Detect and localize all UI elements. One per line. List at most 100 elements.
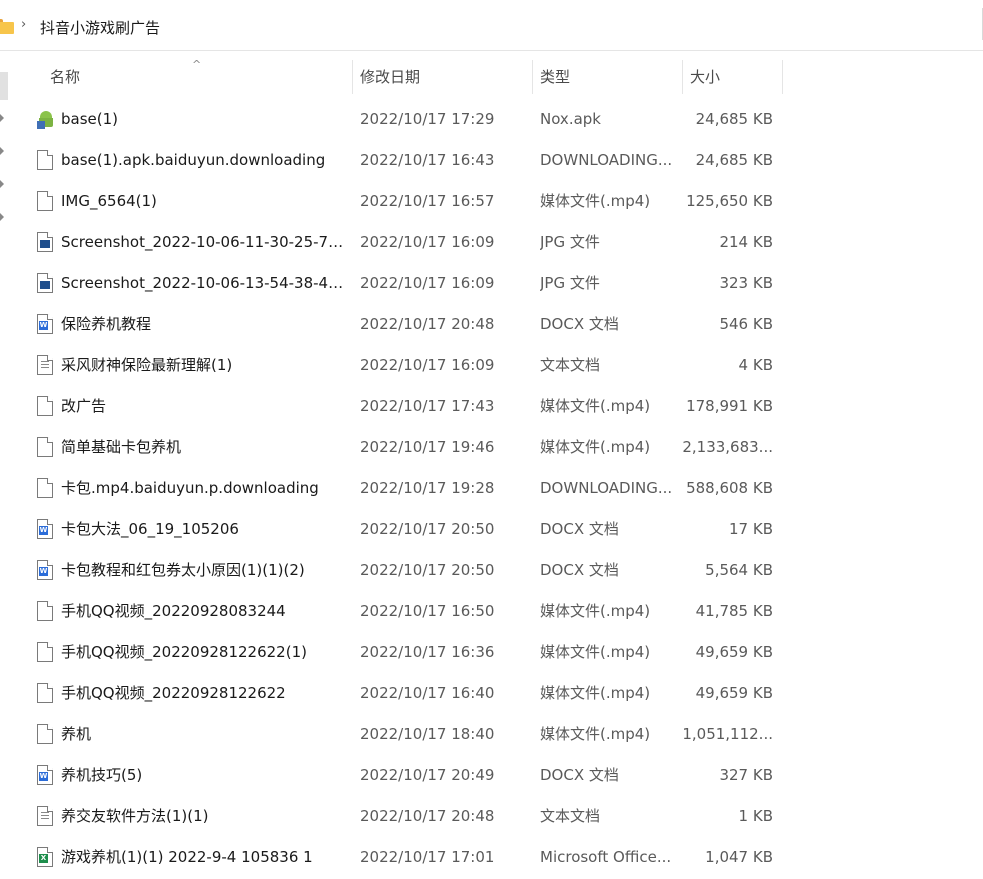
file-row[interactable]: IMG_6564(1) 2022/10/17 16:57 媒体文件(.mp4) 125… <box>0 181 983 222</box>
file-type: DOCX 文档 <box>540 561 619 579</box>
file-row[interactable]: W 卡包教程和红包券太小原因(1)(1)(2) 2022/10/17 20:50 DO… <box>0 550 983 591</box>
file-name: base(1).apk.baiduyun.downloading <box>61 151 326 169</box>
file-type: 媒体文件(.mp4) <box>540 192 651 210</box>
sort-ascending-icon: ^ <box>192 58 202 71</box>
file-name: 采风财神保险最新理解(1) <box>61 356 233 374</box>
file-size: 178,991 KB <box>686 397 773 415</box>
file-row[interactable]: 手机QQ视频_20220928083244 2022/10/17 16:50 媒体文… <box>0 591 983 632</box>
file-type: DOWNLOADING... <box>540 479 673 497</box>
file-row[interactable]: W 卡包大法_06_19_105206 2022/10/17 20:50 DOCX 文… <box>0 509 983 550</box>
chevron-right-icon[interactable]: › <box>21 17 26 32</box>
file-icon <box>37 724 53 744</box>
text-file-icon <box>37 806 53 826</box>
file-size: 323 KB <box>719 274 773 292</box>
file-size: 588,608 KB <box>686 479 773 497</box>
word-document-icon: W <box>37 519 53 539</box>
file-size: 17 KB <box>729 520 773 538</box>
column-header: 名称 ^ 修改日期 类型 大小 <box>0 52 983 94</box>
file-row[interactable]: base(1).apk.baiduyun.downloading 2022/10/… <box>0 140 983 181</box>
file-type: JPG 文件 <box>540 233 600 251</box>
file-name: 养交友软件方法(1)(1) <box>61 807 209 825</box>
file-row[interactable]: 改广告 2022/10/17 17:43 媒体文件(.mp4) 178,991 KB <box>0 386 983 427</box>
file-size: 546 KB <box>719 315 773 333</box>
column-divider[interactable] <box>782 60 783 94</box>
file-icon <box>37 683 53 703</box>
file-row[interactable]: 简单基础卡包养机 2022/10/17 19:46 媒体文件(.mp4) 2,133,… <box>0 427 983 468</box>
column-header-type[interactable]: 类型 <box>540 52 682 92</box>
file-row[interactable]: Screenshot_2022-10-06-13-54-38-47... 2022… <box>0 263 983 304</box>
file-date-modified: 2022/10/17 16:40 <box>360 684 495 702</box>
file-size: 2,133,683... <box>682 438 773 456</box>
file-icon <box>37 642 53 662</box>
file-type: 媒体文件(.mp4) <box>540 397 651 415</box>
file-size: 327 KB <box>719 766 773 784</box>
file-icon <box>37 437 53 457</box>
file-row[interactable]: X 游戏养机(1)(1) 2022-9-4 105836 1 2022/10/17 … <box>0 837 983 878</box>
file-date-modified: 2022/10/17 18:40 <box>360 725 495 743</box>
file-size: 49,659 KB <box>695 684 773 702</box>
file-row[interactable]: base(1) 2022/10/17 17:29 Nox.apk 24,685 KB <box>0 99 983 140</box>
file-date-modified: 2022/10/17 19:46 <box>360 438 495 456</box>
file-row[interactable]: 采风财神保险最新理解(1) 2022/10/17 16:09 文本文档 4 KB <box>0 345 983 386</box>
image-file-icon <box>37 232 53 252</box>
excel-file-icon: X <box>37 847 53 867</box>
file-type: 媒体文件(.mp4) <box>540 438 651 456</box>
file-type: DOCX 文档 <box>540 766 619 784</box>
file-size: 24,685 KB <box>695 110 773 128</box>
file-name: 卡包.mp4.baiduyun.p.downloading <box>61 479 319 497</box>
text-file-icon <box>37 355 53 375</box>
file-row[interactable]: 卡包.mp4.baiduyun.p.downloading 2022/10/17 … <box>0 468 983 509</box>
file-row[interactable]: 养交友软件方法(1)(1) 2022/10/17 20:48 文本文档 1 KB <box>0 796 983 837</box>
file-name: Screenshot_2022-10-06-11-30-25-74... <box>61 233 346 251</box>
file-name: 保险养机教程 <box>61 315 152 333</box>
file-size: 1,047 KB <box>705 848 773 866</box>
file-type: 文本文档 <box>540 356 601 374</box>
file-size: 41,785 KB <box>695 602 773 620</box>
file-row[interactable]: Screenshot_2022-10-06-11-30-25-74... 2022… <box>0 222 983 263</box>
file-name: Screenshot_2022-10-06-13-54-38-47... <box>61 274 346 292</box>
file-row[interactable]: W 养机技巧(5) 2022/10/17 20:49 DOCX 文档 327 KB <box>0 755 983 796</box>
file-name: 养机技巧(5) <box>61 766 143 784</box>
file-name: IMG_6564(1) <box>61 192 157 210</box>
file-type: 媒体文件(.mp4) <box>540 684 651 702</box>
address-bar[interactable]: › 抖音小游戏刷广告 <box>0 0 983 51</box>
file-icon <box>37 150 53 170</box>
file-size: 4 KB <box>738 356 773 374</box>
file-size: 1,051,112... <box>682 725 773 743</box>
file-name: 手机QQ视频_20220928122622(1) <box>61 643 307 661</box>
file-name: base(1) <box>61 110 119 128</box>
file-row[interactable]: 手机QQ视频_20220928122622(1) 2022/10/17 16:36… <box>0 632 983 673</box>
file-type: 文本文档 <box>540 807 601 825</box>
breadcrumb-current-folder[interactable]: 抖音小游戏刷广告 <box>40 17 160 38</box>
file-date-modified: 2022/10/17 16:36 <box>360 643 495 661</box>
file-date-modified: 2022/10/17 19:28 <box>360 479 495 497</box>
folder-icon <box>0 19 14 34</box>
android-apk-icon <box>37 109 53 129</box>
file-size: 125,650 KB <box>686 192 773 210</box>
image-file-icon <box>37 273 53 293</box>
file-name: 卡包大法_06_19_105206 <box>61 520 239 538</box>
file-type: Nox.apk <box>540 110 601 128</box>
file-icon <box>37 191 53 211</box>
file-size: 214 KB <box>719 233 773 251</box>
file-row[interactable]: W 保险养机教程 2022/10/17 20:48 DOCX 文档 546 KB <box>0 304 983 345</box>
column-divider[interactable] <box>532 60 533 94</box>
file-type: Microsoft Office... <box>540 848 672 866</box>
column-header-size[interactable]: 大小 <box>690 52 782 92</box>
file-date-modified: 2022/10/17 17:01 <box>360 848 495 866</box>
column-divider[interactable] <box>352 60 353 94</box>
file-type: DOWNLOADING... <box>540 151 673 169</box>
column-divider[interactable] <box>682 60 683 94</box>
column-header-date-modified[interactable]: 修改日期 <box>360 52 532 92</box>
file-row[interactable]: 手机QQ视频_20220928122622 2022/10/17 16:40 媒体文… <box>0 673 983 714</box>
file-row[interactable]: 养机 2022/10/17 18:40 媒体文件(.mp4) 1,051,112... <box>0 714 983 755</box>
file-name: 手机QQ视频_20220928122622 <box>61 684 286 702</box>
file-name: 改广告 <box>61 397 107 415</box>
file-name: 养机 <box>61 725 92 743</box>
file-date-modified: 2022/10/17 16:50 <box>360 602 495 620</box>
file-name: 卡包教程和红包券太小原因(1)(1)(2) <box>61 561 305 579</box>
file-date-modified: 2022/10/17 16:09 <box>360 356 495 374</box>
file-type: 媒体文件(.mp4) <box>540 725 651 743</box>
file-icon <box>37 396 53 416</box>
file-name: 手机QQ视频_20220928083244 <box>61 602 286 620</box>
